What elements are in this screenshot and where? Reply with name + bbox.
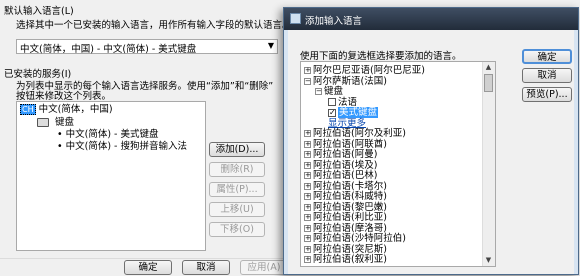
language-tree-label: 阿拉伯语(阿联酋) — [313, 138, 387, 150]
text-services-dialog: 默认输入语言(L) 选择其中一个已安装的输入语言，用作所有输入字段的默认语言。 … — [0, 0, 292, 276]
language-tree-label: 阿拉伯语(沙特阿拉伯) — [313, 233, 406, 244]
expand-icon[interactable]: + — [304, 193, 311, 200]
cancel-button[interactable]: 取消 — [182, 260, 230, 275]
language-tree-label: 阿拉伯语(阿曼) — [313, 149, 378, 160]
dialog-body: 使用下面的复选框选择要添加的语言。 + 阿尔巴尼亚语(阿尔巴尼亚) − 阿尔萨斯语(法… — [288, 30, 574, 274]
preview-button[interactable]: 预览(P)... — [522, 87, 572, 102]
tree-keyboard-label: 键盘 — [55, 117, 75, 128]
language-tree-label: 阿拉伯语(叙利亚) — [313, 254, 387, 265]
ok-button[interactable]: 确定 — [522, 49, 572, 64]
default-lang-combo[interactable]: 中文(简体，中国) - 中文(简体) - 美式键盘 ▼ — [16, 39, 278, 55]
move-down-button[interactable]: 下移(O) — [209, 222, 265, 237]
services-desc-line2: 按钮来修改这个列表。 — [16, 91, 112, 102]
expand-icon[interactable]: + — [304, 161, 311, 169]
language-tree-label: 阿拉伯语(科威特) — [313, 191, 387, 202]
checkbox[interactable] — [328, 98, 336, 106]
tree-lang-node[interactable]: CH 中文(简体，中国) — [20, 104, 113, 116]
installed-services-tree[interactable]: CH 中文(简体，中国) 键盘 • 中文(简体) - 美式键盘 • 中文(简体)… — [16, 101, 206, 251]
chevron-down-icon: ▼ — [267, 41, 274, 50]
dialog-instruction: 使用下面的复选框选择要添加的语言。 — [300, 51, 462, 62]
language-badge: CH — [20, 104, 36, 115]
language-tree-label: 阿拉伯语(摩洛哥) — [313, 222, 387, 234]
language-tree-label: 阿拉伯语(黎巴嫩) — [313, 201, 387, 213]
expand-icon[interactable]: + — [304, 224, 311, 232]
tree-keyboard-node[interactable]: 键盘 — [37, 117, 74, 129]
language-tree-label: 阿尔萨斯语(法国) — [313, 75, 387, 87]
remove-button[interactable]: 删除(R) — [209, 162, 265, 177]
ok-button[interactable]: 确定 — [124, 260, 172, 275]
cancel-button[interactable]: 取消 — [522, 68, 572, 83]
properties-button[interactable]: 属性(P)... — [209, 182, 265, 197]
language-tree-label: 阿拉伯语(埃及) — [313, 159, 378, 171]
language-tree-label: 阿尔巴尼亚语(阿尔巴尼亚) — [313, 65, 425, 76]
tree-scrollbar[interactable]: ▲ ▼ — [482, 62, 495, 266]
tree-service-item[interactable]: • 中文(简体) - 美式键盘 — [57, 129, 159, 141]
expand-icon[interactable]: + — [304, 130, 311, 137]
show-more-link[interactable]: 显示更多 — [328, 118, 366, 129]
expand-icon[interactable]: + — [304, 67, 311, 74]
expand-icon[interactable]: + — [304, 182, 311, 190]
move-up-button[interactable]: 上移(U) — [209, 202, 265, 217]
bottom-button-bar: 确定 取消 应用(A) — [0, 258, 290, 276]
language-tree-row[interactable]: + 阿拉伯语(叙利亚) — [304, 254, 387, 266]
tree-service-item[interactable]: • 中文(简体) - 搜狗拼音输入法 — [57, 141, 187, 153]
expand-icon[interactable]: + — [304, 151, 311, 158]
checkbox[interactable]: ✓ — [328, 108, 336, 117]
expand-icon[interactable]: + — [304, 256, 311, 263]
add-input-language-dialog: 添加输入语言 使用下面的复选框选择要添加的语言。 + 阿尔巴尼亚语(阿尔巴尼亚) −… — [283, 7, 579, 275]
add-button[interactable]: 添加(D)... — [209, 142, 265, 157]
scroll-down-icon[interactable]: ▼ — [483, 255, 494, 266]
expand-icon[interactable]: + — [304, 245, 311, 253]
expand-icon[interactable]: + — [304, 203, 311, 211]
expand-icon[interactable]: + — [304, 140, 311, 148]
language-tree-label: 美式键盘 — [338, 107, 379, 118]
expand-icon[interactable]: + — [304, 235, 311, 242]
expand-icon[interactable]: + — [304, 172, 311, 179]
expand-icon[interactable]: + — [304, 214, 311, 221]
language-tree-label: 阿拉伯语(突尼斯) — [313, 243, 387, 255]
default-lang-desc: 选择其中一个已安装的输入语言，用作所有输入字段的默认语言。 — [16, 20, 292, 31]
dialog-app-icon — [290, 13, 301, 24]
language-tree-label: 阿拉伯语(阿尔及利亚) — [313, 128, 406, 139]
scroll-up-icon[interactable]: ▲ — [483, 62, 494, 73]
language-tree-label: 阿拉伯语(卡塔尔) — [313, 180, 387, 192]
language-tree[interactable]: + 阿尔巴尼亚语(阿尔巴尼亚) − 阿尔萨斯语(法国) − 键盘 法语 ✓ 美式键盘 显示更多 + 阿… — [300, 61, 496, 267]
default-lang-value: 中文(简体，中国) - 中文(简体) - 美式键盘 — [20, 44, 197, 55]
tree-lang-label: 中文(简体，中国) — [38, 104, 113, 115]
language-tree-label: 阿拉伯语(利比亚) — [313, 212, 387, 223]
dialog-titlebar[interactable]: 添加输入语言 — [284, 8, 578, 30]
keyboard-icon — [37, 118, 49, 127]
language-tree-label: 阿拉伯语(巴林) — [313, 170, 378, 181]
language-tree-label: 法语 — [338, 96, 358, 108]
language-tree-label: 键盘 — [324, 86, 344, 97]
collapse-icon[interactable]: − — [315, 88, 322, 95]
default-lang-title: 默认输入语言(L) — [4, 6, 74, 17]
collapse-icon[interactable]: − — [304, 77, 311, 85]
dialog-title: 添加输入语言 — [305, 16, 363, 27]
scroll-thumb[interactable] — [484, 74, 493, 92]
apply-button[interactable]: 应用(A) — [240, 260, 288, 275]
